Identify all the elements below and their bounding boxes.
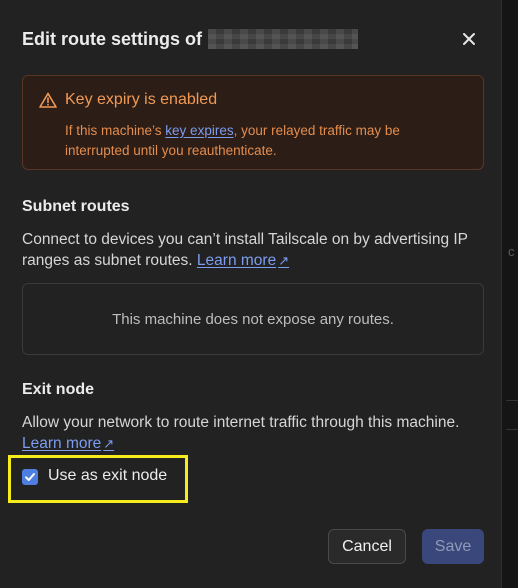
- redacted-machine-name: [208, 29, 358, 49]
- use-as-exit-node-label[interactable]: Use as exit node: [48, 467, 167, 485]
- alert-header: Key expiry is enabled: [39, 91, 217, 109]
- warning-icon: [39, 92, 57, 108]
- background-divider: [506, 400, 518, 430]
- close-icon: [463, 33, 475, 45]
- exit-node-learn-more-label: Learn more: [22, 435, 102, 452]
- subnet-learn-more-link[interactable]: Learn more ↗: [197, 252, 289, 269]
- alert-body-prefix: If this machine’s: [65, 123, 166, 138]
- dialog-header: Edit route settings of: [22, 28, 358, 50]
- save-button[interactable]: Save: [422, 529, 484, 564]
- routes-empty-state: This machine does not expose any routes.: [112, 310, 394, 328]
- checkmark-icon: [25, 473, 35, 481]
- cancel-button[interactable]: Cancel: [328, 529, 406, 564]
- background-text-fragment: c: [508, 244, 515, 259]
- exit-node-heading: Exit node: [22, 381, 95, 398]
- alert-body: If this machine’s key expires, your rela…: [65, 121, 465, 161]
- subnet-routes-description: Connect to devices you can’t install Tai…: [22, 229, 487, 271]
- key-expiry-alert: Key expiry is enabled If this machine’s …: [22, 75, 484, 170]
- background-page-edge: [502, 0, 518, 588]
- key-expires-link[interactable]: key expires: [165, 123, 233, 138]
- edit-route-settings-dialog: Edit route settings of Key expiry is ena…: [0, 0, 502, 588]
- dialog-title: Edit route settings of: [22, 28, 202, 49]
- external-link-icon: ↗: [278, 253, 290, 268]
- alert-title: Key expiry is enabled: [65, 91, 218, 108]
- use-as-exit-node-checkbox[interactable]: [22, 469, 38, 485]
- exit-node-description: Allow your network to route internet tra…: [22, 412, 487, 454]
- external-link-icon: ↗: [103, 436, 115, 451]
- subnet-routes-heading: Subnet routes: [22, 198, 130, 215]
- exit-node-description-text: Allow your network to route internet tra…: [22, 414, 460, 431]
- close-button[interactable]: [456, 26, 482, 52]
- exit-node-learn-more-link[interactable]: Learn more ↗: [22, 435, 114, 452]
- subnet-routes-list: This machine does not expose any routes.: [22, 283, 484, 355]
- subnet-learn-more-label: Learn more: [196, 252, 277, 269]
